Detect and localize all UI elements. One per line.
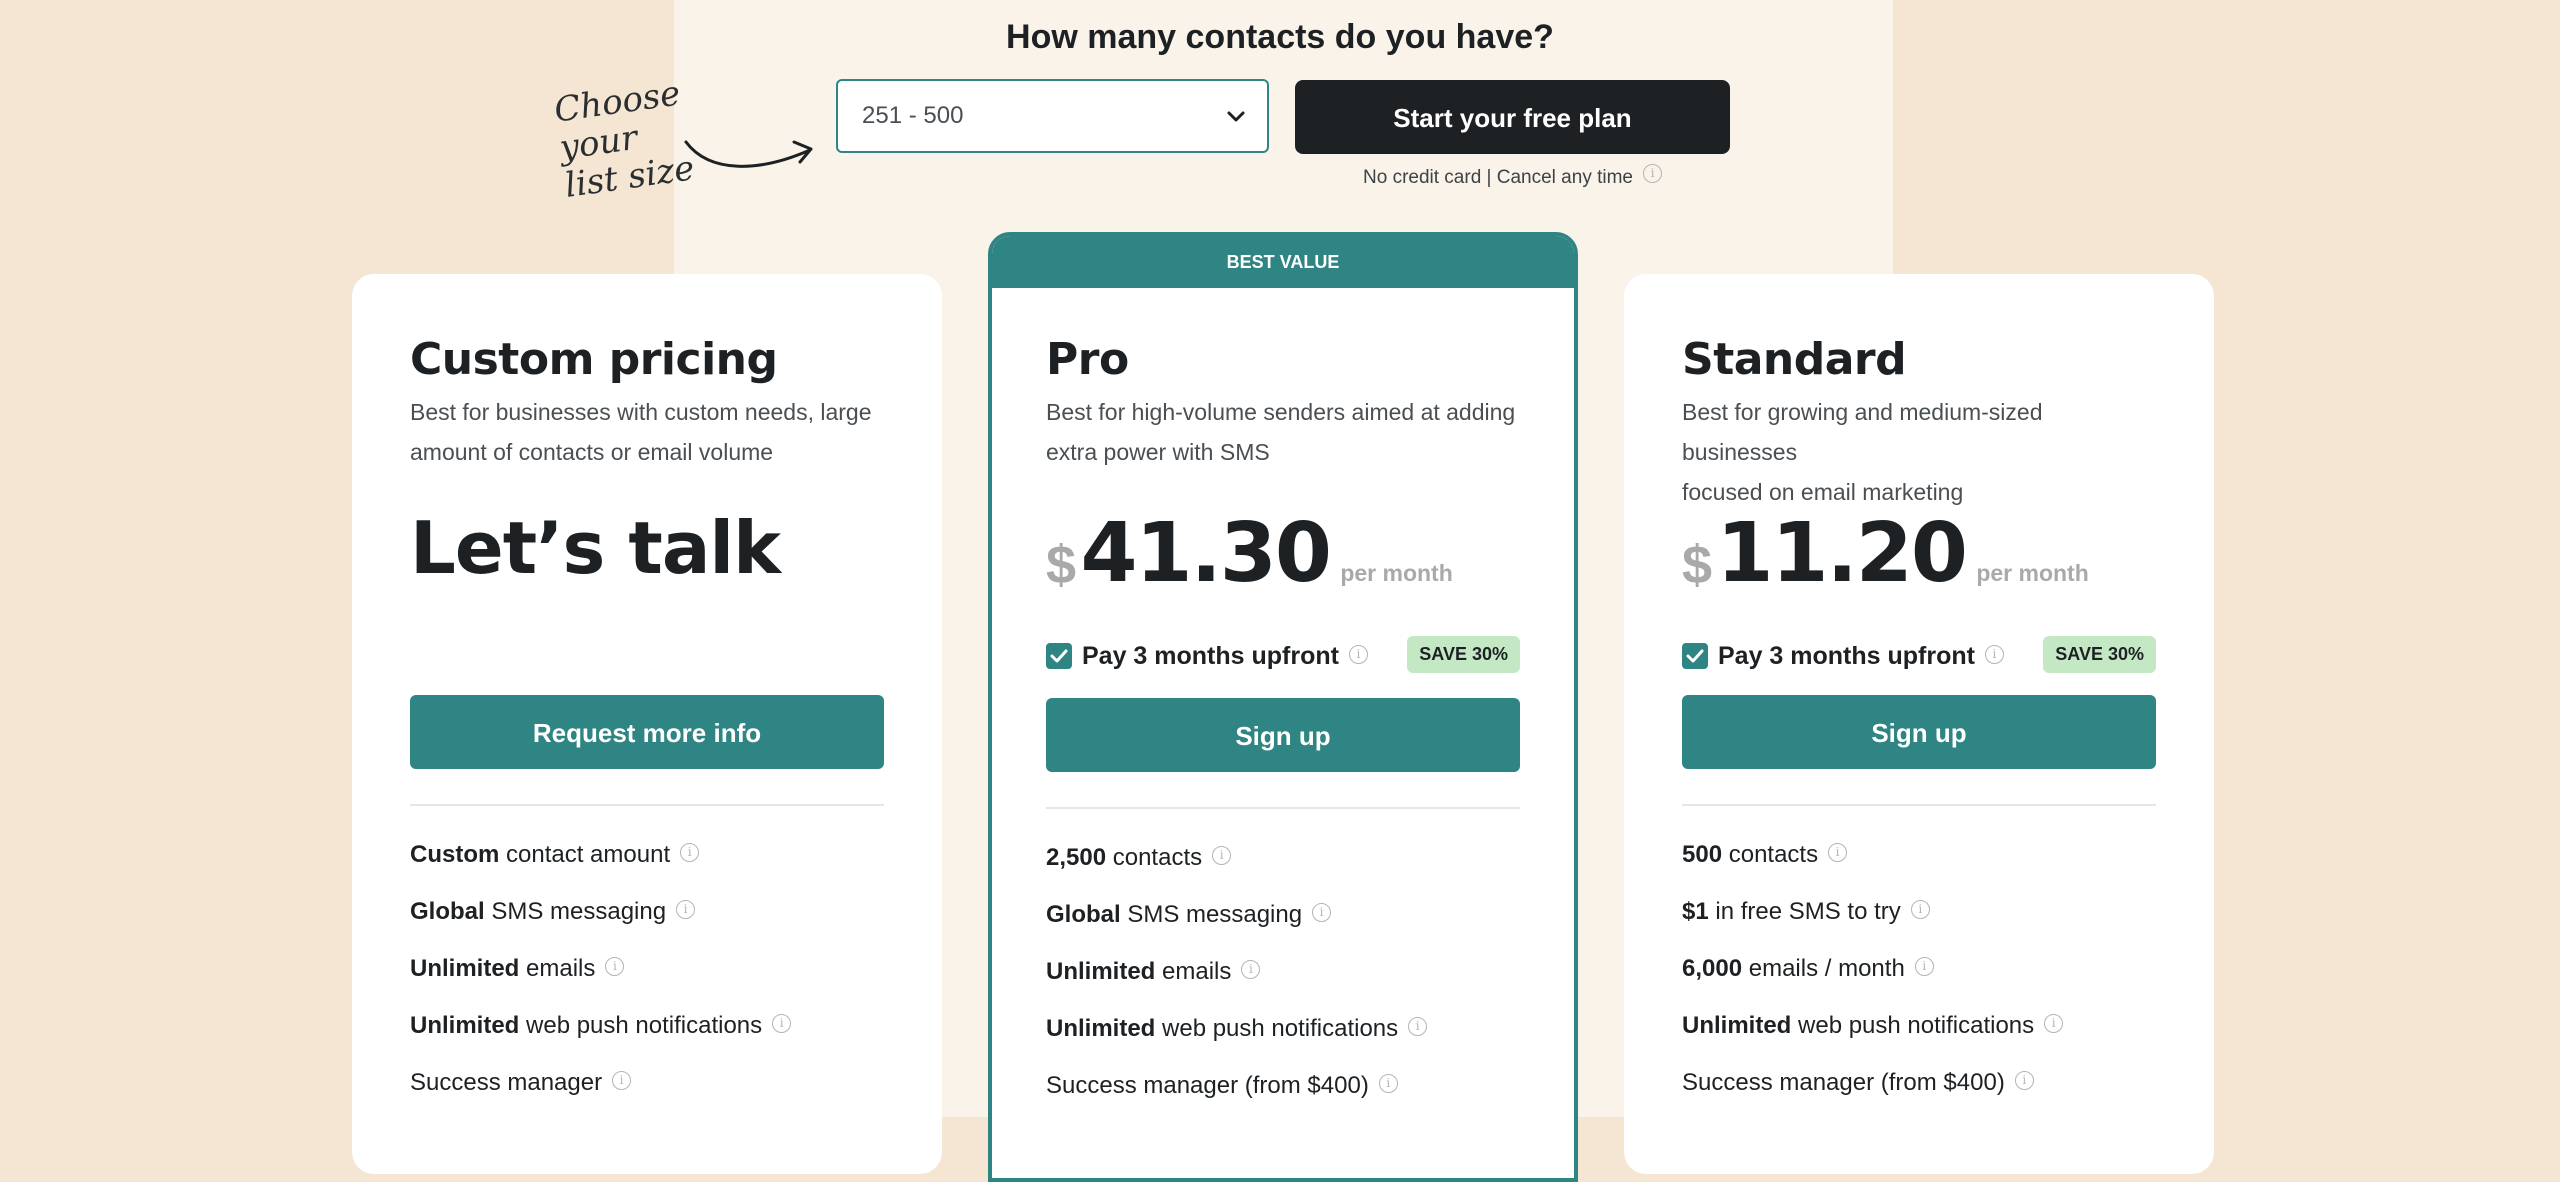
price-period: per month [1976,560,2089,586]
price: $ 11.20 per month [1682,506,2156,601]
upfront-checkbox[interactable] [1046,643,1072,669]
list-item: Success manager i [410,1054,884,1111]
list-item: $1 in free SMS to try i [1682,883,2156,940]
list-item: Custom contact amount i [410,826,884,883]
plan-description: Best for businesses with custom needs, l… [410,399,872,465]
request-more-info-button[interactable]: Request more info [410,695,884,769]
price-lets-talk: Let’s talk [410,506,781,590]
info-icon[interactable]: i [1643,164,1662,183]
info-icon[interactable]: i [1348,645,1368,664]
list-item: Global SMS messaging i [410,883,884,940]
list-item: Success manager (from $400) i [1682,1054,2156,1111]
info-icon[interactable]: i [1828,843,1848,862]
arrow-icon [684,140,813,168]
cta-note-text: No credit card | Cancel any time [1363,167,1633,188]
divider [1046,807,1520,809]
check-icon [1050,649,1068,663]
list-item: Unlimited web push notifications i [1682,997,2156,1054]
info-icon[interactable]: i [1914,957,1934,976]
info-icon[interactable]: i [605,957,625,976]
plan-name: Custom pricing [410,334,778,385]
list-size-value: 251 - 500 [862,102,964,129]
plan-name: Pro [1046,334,1129,385]
info-icon[interactable]: i [772,1014,792,1033]
best-value-badge: BEST VALUE [992,236,1574,288]
info-icon[interactable]: i [2044,1014,2064,1033]
info-icon[interactable]: i [1984,645,2004,664]
price-amount: 11.20 [1716,506,1968,601]
divider [410,804,884,806]
list-item: Success manager (from $400) i [1046,1057,1520,1114]
no-credit-card-note: No credit card | Cancel any time i [1295,164,1730,189]
list-size-select[interactable]: 251 - 500 [836,79,1269,153]
feature-list: Custom contact amount i Global SMS messag… [410,826,884,1111]
divider [1682,804,2156,806]
feature-list: 2,500 contacts i Global SMS messaging i Un… [1046,829,1520,1114]
plan-card-standard: Standard Best for growing and medium-siz… [1624,274,2214,1174]
info-icon[interactable]: i [1910,900,1930,919]
save-badge: SAVE 30% [1407,636,1520,673]
plan-description: Best for growing and medium-sized busine… [1682,399,2043,505]
list-item: Unlimited web push notifications i [1046,1000,1520,1057]
list-item: Global SMS messaging i [1046,886,1520,943]
list-item: 6,000 emails / month i [1682,940,2156,997]
pay-upfront-option[interactable]: Pay 3 months upfront i SAVE 30% [1682,636,2156,673]
info-icon[interactable]: i [1241,960,1261,979]
plan-name: Standard [1682,334,1907,385]
start-free-plan-button[interactable]: Start your free plan [1295,80,1730,154]
save-badge: SAVE 30% [2043,636,2156,673]
plan-description: Best for high-volume senders aimed at ad… [1046,399,1516,465]
upfront-label: Pay 3 months upfront [1718,642,1975,670]
price-amount: 41.30 [1080,506,1332,601]
info-icon[interactable]: i [680,843,700,862]
info-icon[interactable]: i [1312,903,1332,922]
info-icon[interactable]: i [1378,1074,1398,1093]
info-icon[interactable]: i [676,900,696,919]
currency-symbol: $ [1682,535,1713,595]
chevron-down-icon [1227,111,1245,122]
price: $ 41.30 per month [1046,506,1520,601]
upfront-checkbox[interactable] [1682,643,1708,669]
plan-card-pro: BEST VALUE Pro Best for high-volume send… [988,232,1578,1182]
info-icon[interactable]: i [1212,846,1232,865]
info-icon[interactable]: i [1408,1017,1428,1036]
sign-up-button[interactable]: Sign up [1046,698,1520,772]
feature-list: 500 contacts i $1 in free SMS to try i 6,0… [1682,826,2156,1111]
info-icon[interactable]: i [2014,1071,2034,1090]
currency-symbol: $ [1046,535,1077,595]
pay-upfront-option[interactable]: Pay 3 months upfront i SAVE 30% [1046,636,1520,673]
info-icon[interactable]: i [612,1071,632,1090]
price-period: per month [1340,560,1453,586]
contacts-question-heading: How many contacts do you have? [1006,18,1554,56]
sign-up-button[interactable]: Sign up [1682,695,2156,769]
plan-card-custom: Custom pricing Best for businesses with … [352,274,942,1174]
check-icon [1686,649,1704,663]
list-item: Unlimited web push notifications i [410,997,884,1054]
list-item: Unlimited emails i [1046,943,1520,1000]
list-item: Unlimited emails i [410,940,884,997]
upfront-label: Pay 3 months upfront [1082,642,1339,670]
list-item: 500 contacts i [1682,826,2156,883]
list-item: 2,500 contacts i [1046,829,1520,886]
